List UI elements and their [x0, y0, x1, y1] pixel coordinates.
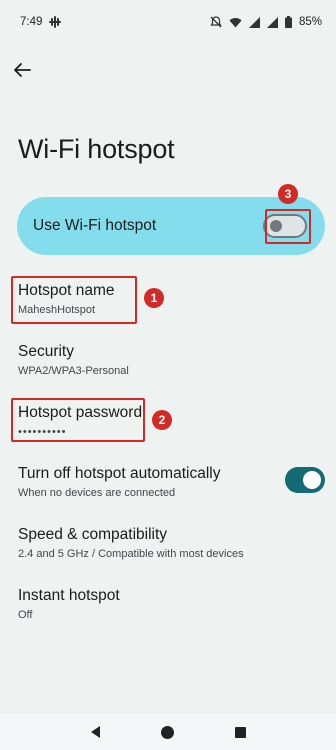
signal-icon — [248, 16, 260, 28]
nav-home-icon[interactable] — [160, 725, 174, 739]
instant-hotspot-title: Instant hotspot — [18, 587, 120, 604]
nav-back-icon[interactable] — [90, 726, 100, 738]
auto-off-subtitle: When no devices are connected — [18, 487, 176, 499]
security-row[interactable]: Security WPA2/WPA3-Personal — [18, 343, 129, 377]
auto-off-toggle[interactable] — [285, 467, 325, 493]
status-right: 85% — [210, 16, 322, 28]
speed-compatibility-row[interactable]: Speed & compatibility 2.4 and 5 GHz / Co… — [18, 526, 244, 560]
use-hotspot-switch-row[interactable]: Use Wi-Fi hotspot — [17, 197, 325, 255]
instant-hotspot-value: Off — [18, 609, 33, 621]
battery-icon — [284, 16, 292, 28]
hotspot-password-title: Hotspot password — [18, 404, 143, 421]
annotation-marker-3: 3 — [278, 184, 298, 204]
auto-off-title: Turn off hotspot automatically — [18, 465, 221, 482]
back-arrow-icon[interactable] — [10, 58, 34, 82]
status-left: 7:49 — [20, 16, 62, 28]
signal-icon-2 — [266, 16, 278, 28]
annotation-marker-2: 2 — [152, 410, 172, 430]
speed-compatibility-title: Speed & compatibility — [18, 526, 168, 543]
hotspot-name-row[interactable]: Hotspot name MaheshHotspot — [18, 282, 115, 316]
hotspot-password-row[interactable]: Hotspot password •••••••••• — [18, 404, 142, 438]
battery-percent: 85% — [298, 16, 322, 28]
toggle-knob — [303, 471, 321, 489]
security-value: WPA2/WPA3-Personal — [18, 365, 129, 377]
annotation-marker-1: 1 — [144, 288, 164, 308]
page-title: Wi-Fi hotspot — [18, 134, 175, 164]
hotspot-name-value: MaheshHotspot — [18, 304, 96, 316]
toggle-knob — [270, 220, 282, 232]
clock: 7:49 — [20, 16, 43, 28]
auto-off-row[interactable]: Turn off hotspot automatically When no d… — [18, 465, 220, 499]
nav-recents-icon[interactable] — [234, 726, 246, 738]
security-title: Security — [18, 343, 74, 360]
instant-hotspot-row[interactable]: Instant hotspot Off — [18, 587, 120, 621]
slack-icon — [49, 16, 62, 28]
status-bar: 7:49 85% — [0, 0, 336, 44]
speed-compatibility-value: 2.4 and 5 GHz / Compatible with most dev… — [18, 548, 244, 560]
wifi-icon — [229, 17, 242, 27]
use-hotspot-toggle[interactable] — [263, 214, 307, 238]
mute-icon — [210, 16, 222, 28]
hotspot-name-title: Hotspot name — [18, 282, 115, 299]
navigation-bar — [0, 714, 336, 750]
use-hotspot-label: Use Wi-Fi hotspot — [33, 217, 157, 234]
hotspot-password-value: •••••••••• — [18, 426, 67, 438]
